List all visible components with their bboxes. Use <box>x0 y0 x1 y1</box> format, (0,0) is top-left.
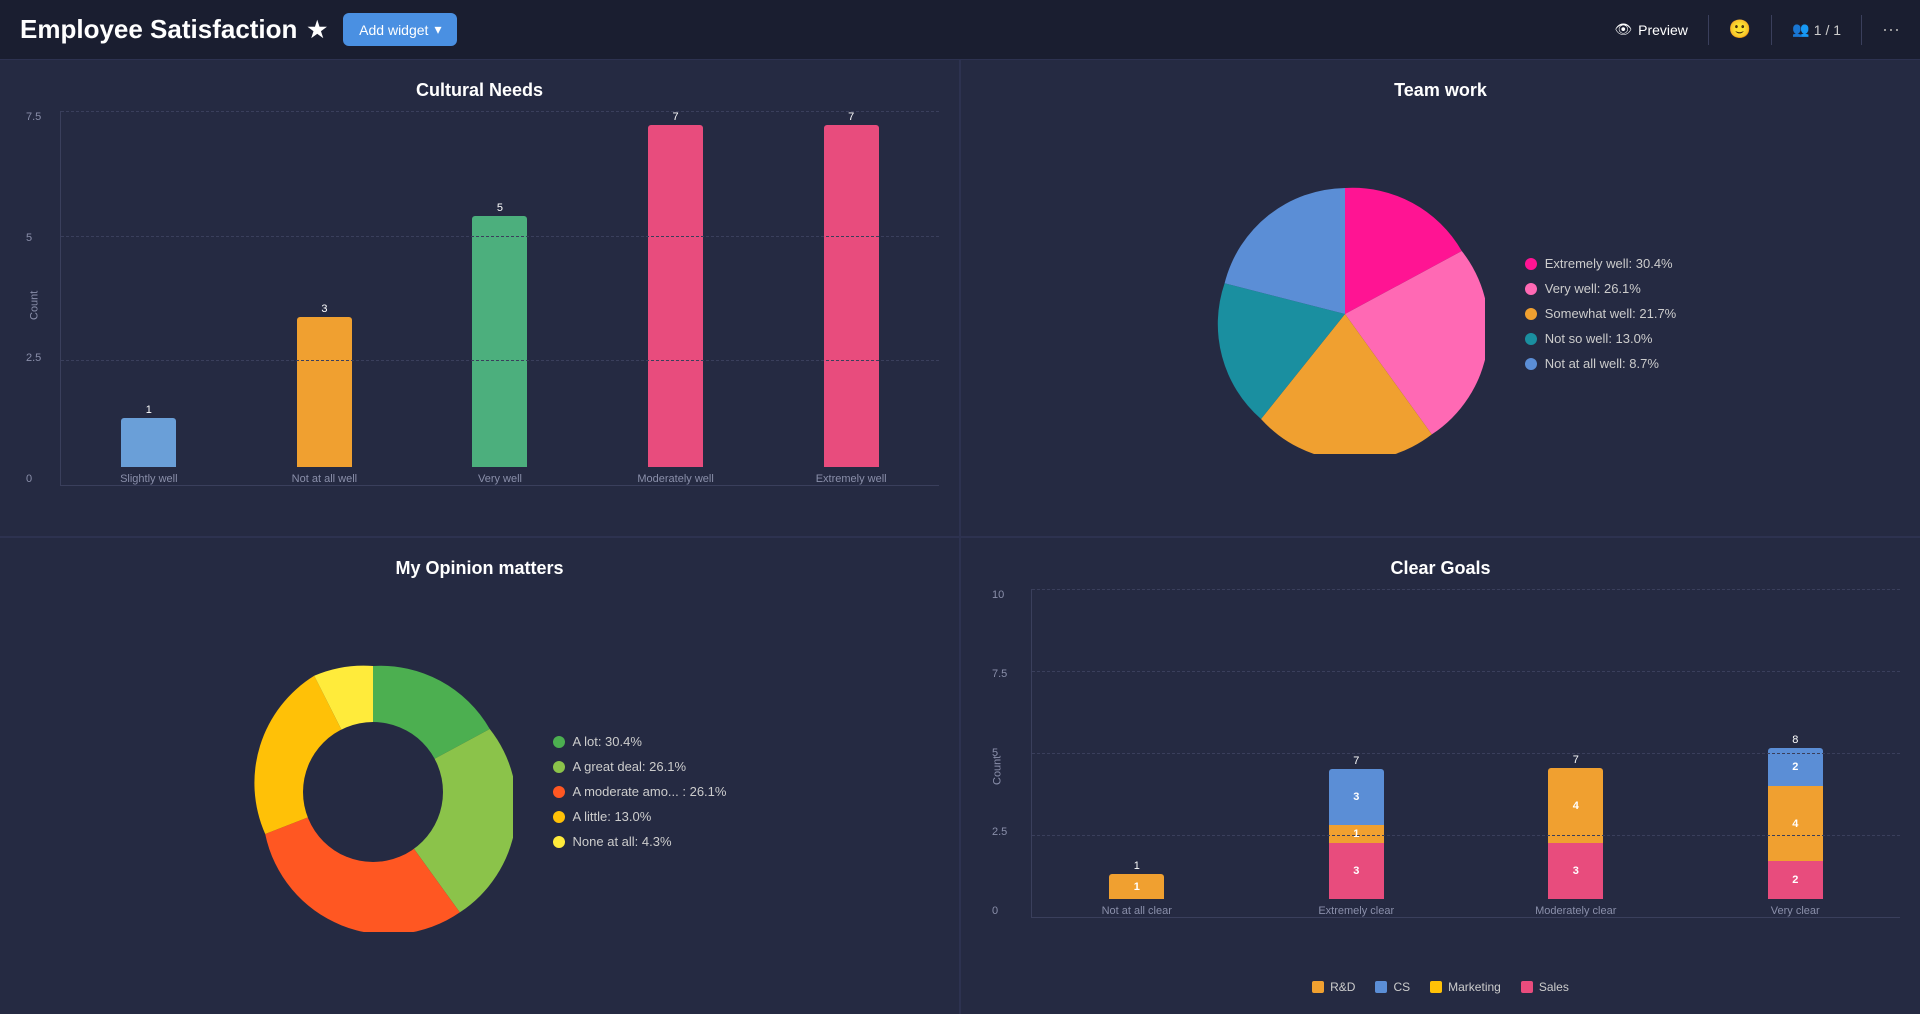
more-icon[interactable]: ··· <box>1882 19 1900 40</box>
legend-very-well: Very well: 26.1% <box>1525 281 1677 296</box>
pie-chart <box>1205 174 1485 454</box>
team-work-widget: Team work Extremely well: 30.4% <box>961 60 1920 536</box>
my-opinion-widget: My Opinion matters A l <box>0 538 959 1014</box>
clear-goals-widget: Clear Goals Count 10 7.5 5 2.5 0 <box>961 538 1920 1014</box>
bar-extremely-well: 7 Extremely well <box>773 111 929 485</box>
bar-moderately-well: 7 Moderately well <box>598 111 754 485</box>
users-icon: 👥 <box>1792 21 1809 38</box>
legend-a-great-deal: A great deal: 26.1% <box>553 759 727 774</box>
divider <box>1708 15 1709 45</box>
header-right: 👁 Preview 🙂 👥 1 / 1 ··· <box>1614 15 1900 45</box>
pie-legend: Extremely well: 30.4% Very well: 26.1% S… <box>1525 256 1677 371</box>
donut-chart <box>233 652 513 932</box>
page-title: Employee Satisfaction ★ <box>20 14 327 45</box>
legend-not-so-well: Not so well: 13.0% <box>1525 331 1677 346</box>
legend-marketing: Marketing <box>1430 980 1501 994</box>
eye-icon: 👁 <box>1614 21 1632 38</box>
preview-button[interactable]: 👁 Preview <box>1614 21 1688 38</box>
cultural-needs-widget: Cultural Needs Count 7.5 5 2.5 0 <box>0 60 959 536</box>
users-badge: 👥 1 / 1 <box>1792 21 1841 38</box>
y-label-75: 7.5 <box>26 111 41 123</box>
y-axis-label: Count <box>29 290 41 319</box>
team-work-title: Team work <box>1394 80 1487 101</box>
bar-slightly-well: 1 Slightly well <box>71 111 227 485</box>
bar-very-well: 5 Very well <box>422 111 578 485</box>
add-widget-button[interactable]: Add widget ▾ <box>343 13 457 46</box>
clear-goals-title: Clear Goals <box>1390 558 1490 579</box>
legend-somewhat-well: Somewhat well: 21.7% <box>1525 306 1677 321</box>
legend-sales: Sales <box>1521 980 1569 994</box>
legend-extremely-well: Extremely well: 30.4% <box>1525 256 1677 271</box>
y-axis-label-goals: Count <box>992 755 1004 784</box>
y-label-25: 2.5 <box>26 352 41 364</box>
goals-legend: R&D CS Marketing Sales <box>1312 980 1569 994</box>
legend-none: None at all: 4.3% <box>553 834 727 849</box>
divider2 <box>1771 15 1772 45</box>
donut-legend: A lot: 30.4% A great deal: 26.1% A moder… <box>553 734 727 849</box>
title-text: Employee Satisfaction <box>20 14 297 45</box>
legend-cs: CS <box>1375 980 1410 994</box>
header: Employee Satisfaction ★ Add widget ▾ 👁 P… <box>0 0 1920 60</box>
dashboard: Cultural Needs Count 7.5 5 2.5 0 <box>0 60 1920 1014</box>
legend-moderate: A moderate amo... : 26.1% <box>553 784 727 799</box>
y-label-5: 5 <box>26 232 41 244</box>
divider3 <box>1861 15 1862 45</box>
y-label-0: 0 <box>26 473 41 485</box>
legend-rd: R&D <box>1312 980 1355 994</box>
my-opinion-title: My Opinion matters <box>395 558 563 579</box>
legend-not-at-all-well: Not at all well: 8.7% <box>1525 356 1677 371</box>
pie-container: Extremely well: 30.4% Very well: 26.1% S… <box>981 111 1900 516</box>
star-icon[interactable]: ★ <box>307 17 327 43</box>
emoji-icon[interactable]: 🙂 <box>1729 19 1751 40</box>
legend-a-little: A little: 13.0% <box>553 809 727 824</box>
cultural-needs-title: Cultural Needs <box>416 80 543 101</box>
legend-a-lot: A lot: 30.4% <box>553 734 727 749</box>
donut-container: A lot: 30.4% A great deal: 26.1% A moder… <box>20 589 939 994</box>
bar-not-at-all-well: 3 Not at all well <box>247 111 403 485</box>
